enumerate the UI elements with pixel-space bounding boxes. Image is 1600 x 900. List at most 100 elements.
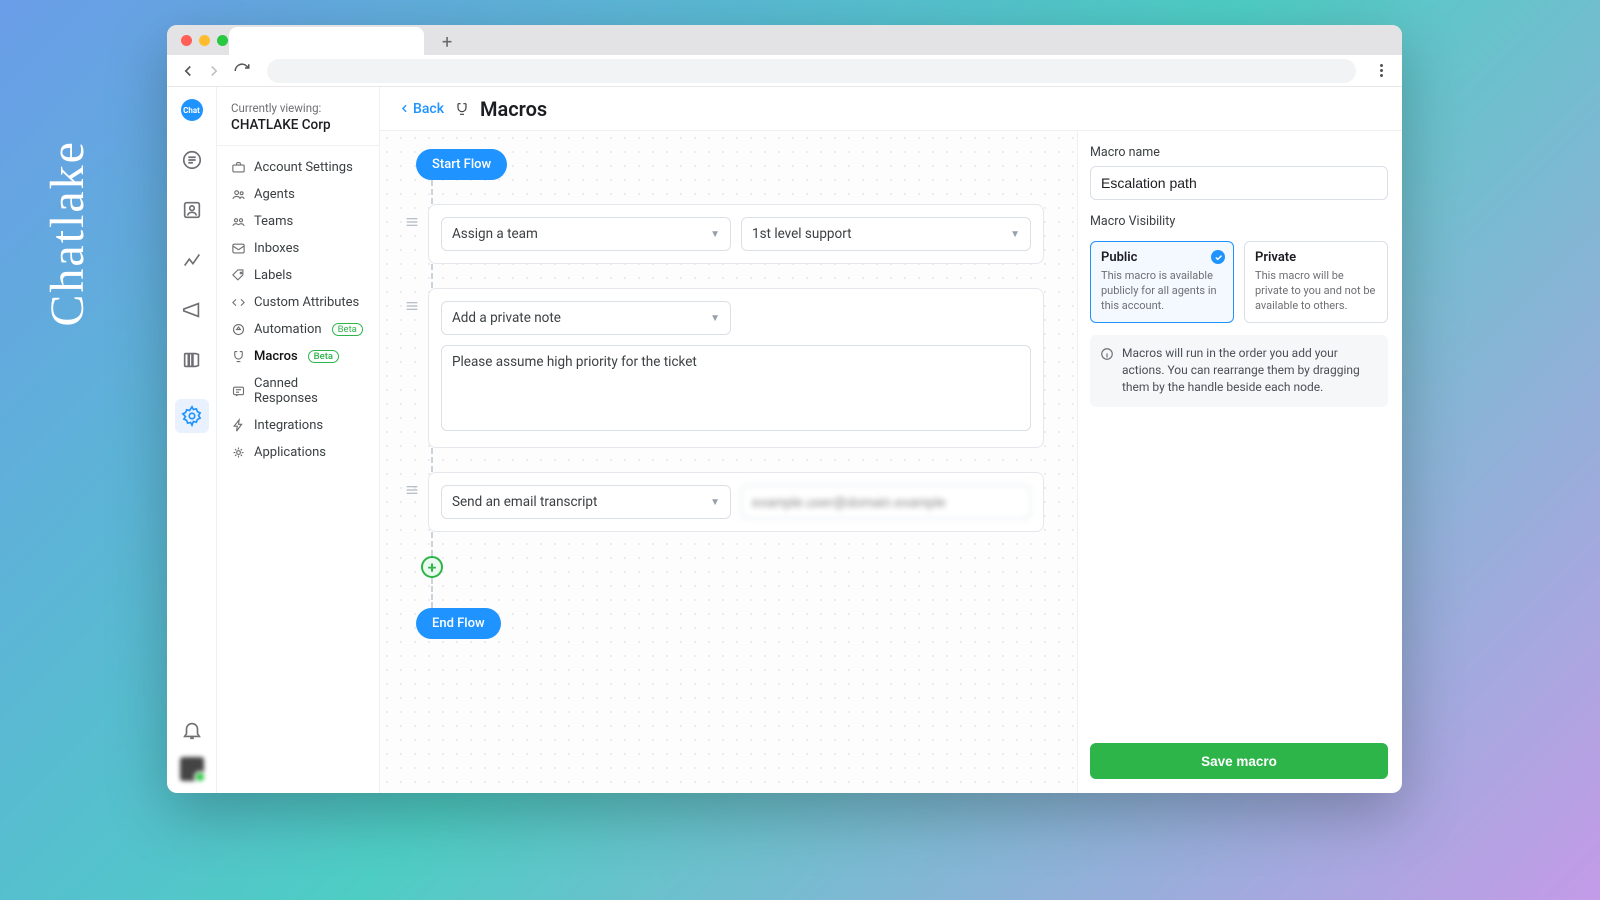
sidebar-item-label: Macros xyxy=(254,349,298,364)
back-button[interactable]: Back xyxy=(398,101,444,117)
sidebar-item-label: Agents xyxy=(254,187,295,202)
macro-name-label: Macro name xyxy=(1090,145,1388,160)
nav-forward-icon[interactable] xyxy=(205,62,223,80)
save-macro-button[interactable]: Save macro xyxy=(1090,743,1388,779)
window-maximize-icon[interactable] xyxy=(217,35,228,46)
canned-icon xyxy=(231,384,246,399)
sidebar-item-label: Inboxes xyxy=(254,241,299,256)
sidebar-item-canned-responses[interactable]: Canned Responses xyxy=(217,370,379,412)
action-select[interactable]: Assign a team ▼ xyxy=(441,217,731,251)
org-switcher[interactable]: Currently viewing: CHATLAKE Corp xyxy=(217,97,379,146)
sidebar-item-macros[interactable]: Macros Beta xyxy=(217,343,379,370)
tag-icon xyxy=(231,268,246,283)
app-rail: Chat xyxy=(167,87,217,793)
page-title: Macros xyxy=(480,97,547,121)
macros-icon xyxy=(231,349,246,364)
browser-menu-icon[interactable] xyxy=(1372,62,1390,80)
macro-node: Add a private note ▼ xyxy=(428,288,1044,448)
action-value: Send an email transcript xyxy=(452,494,597,510)
chevron-down-icon: ▼ xyxy=(710,229,720,240)
campaigns-icon[interactable] xyxy=(181,299,203,321)
people-icon xyxy=(231,187,246,202)
beta-badge: Beta xyxy=(308,350,339,363)
check-icon xyxy=(1211,250,1225,264)
visibility-title: Public xyxy=(1101,250,1223,265)
back-label: Back xyxy=(413,101,444,117)
org-name: CHATLAKE Corp xyxy=(231,117,365,133)
beta-badge: Beta xyxy=(332,323,363,336)
nav-back-icon[interactable] xyxy=(179,62,197,80)
sidebar-item-applications[interactable]: Applications xyxy=(217,439,379,466)
flow-canvas: Start Flow Assign a team ▼ xyxy=(380,131,1077,793)
info-text: Macros will run in the order you add you… xyxy=(1122,345,1378,397)
visibility-desc: This macro will be private to you and no… xyxy=(1255,269,1377,314)
macro-name-input[interactable] xyxy=(1090,166,1388,200)
help-center-icon[interactable] xyxy=(181,349,203,371)
transcript-email-input[interactable] xyxy=(741,485,1031,519)
apps-icon xyxy=(231,445,246,460)
macro-node: Assign a team ▼ 1st level support ▼ xyxy=(428,204,1044,264)
sidebar-item-label: Labels xyxy=(254,268,292,283)
sidebar-item-label: Canned Responses xyxy=(254,376,365,406)
visibility-public-option[interactable]: Public This macro is available publicly … xyxy=(1090,241,1234,323)
page-header: Back Macros xyxy=(380,87,1402,131)
add-node-button[interactable]: + xyxy=(421,556,443,578)
brand-logo: Chatlake xyxy=(40,140,95,327)
new-tab-button[interactable]: + xyxy=(442,32,452,53)
sidebar-item-label: Automation xyxy=(254,322,322,337)
sidebar-item-label: Integrations xyxy=(254,418,323,433)
window-minimize-icon[interactable] xyxy=(199,35,210,46)
drag-handle-icon[interactable] xyxy=(404,214,420,230)
macro-node: Send an email transcript ▼ xyxy=(428,472,1044,532)
bolt-icon xyxy=(231,418,246,433)
chevron-left-icon xyxy=(398,102,411,115)
sidebar-item-account-settings[interactable]: Account Settings xyxy=(217,154,379,181)
notifications-icon[interactable] xyxy=(181,719,203,741)
action-value: Assign a team xyxy=(452,226,538,242)
end-flow-pill: End Flow xyxy=(416,608,501,639)
info-icon xyxy=(1100,347,1114,361)
visibility-title: Private xyxy=(1255,250,1377,265)
browser-toolbar xyxy=(167,55,1402,87)
code-icon xyxy=(231,295,246,310)
visibility-desc: This macro is available publicly for all… xyxy=(1101,269,1223,314)
team-select[interactable]: 1st level support ▼ xyxy=(741,217,1031,251)
settings-icon[interactable] xyxy=(175,399,209,433)
sidebar-item-agents[interactable]: Agents xyxy=(217,181,379,208)
contacts-icon[interactable] xyxy=(181,199,203,221)
macros-header-icon xyxy=(454,101,470,117)
sidebar-item-label: Teams xyxy=(254,214,293,229)
window-close-icon[interactable] xyxy=(181,35,192,46)
team-value: 1st level support xyxy=(752,226,852,242)
chevron-down-icon: ▼ xyxy=(710,313,720,324)
app-logo-icon[interactable]: Chat xyxy=(181,99,203,121)
reports-icon[interactable] xyxy=(181,249,203,271)
info-callout: Macros will run in the order you add you… xyxy=(1090,335,1388,407)
sidebar-item-label: Custom Attributes xyxy=(254,295,359,310)
reload-icon[interactable] xyxy=(233,62,251,80)
macro-config-panel: Macro name Macro Visibility Public This … xyxy=(1077,131,1402,793)
address-bar[interactable] xyxy=(267,59,1356,83)
action-select[interactable]: Send an email transcript ▼ xyxy=(441,485,731,519)
sidebar-item-label: Applications xyxy=(254,445,326,460)
avatar[interactable] xyxy=(180,757,204,781)
viewing-label: Currently viewing: xyxy=(231,101,365,115)
private-note-input[interactable] xyxy=(441,345,1031,431)
sidebar-item-teams[interactable]: Teams xyxy=(217,208,379,235)
drag-handle-icon[interactable] xyxy=(404,298,420,314)
briefcase-icon xyxy=(231,160,246,175)
sidebar-item-custom-attributes[interactable]: Custom Attributes xyxy=(217,289,379,316)
automation-icon xyxy=(231,322,246,337)
browser-tab[interactable] xyxy=(229,27,424,55)
chevron-down-icon: ▼ xyxy=(1010,229,1020,240)
action-select[interactable]: Add a private note ▼ xyxy=(441,301,731,335)
sidebar-item-automation[interactable]: Automation Beta xyxy=(217,316,379,343)
inbox-icon xyxy=(231,241,246,256)
action-value: Add a private note xyxy=(452,310,561,326)
conversations-icon[interactable] xyxy=(181,149,203,171)
sidebar-item-integrations[interactable]: Integrations xyxy=(217,412,379,439)
visibility-private-option[interactable]: Private This macro will be private to yo… xyxy=(1244,241,1388,323)
sidebar-item-inboxes[interactable]: Inboxes xyxy=(217,235,379,262)
drag-handle-icon[interactable] xyxy=(404,482,420,498)
sidebar-item-labels[interactable]: Labels xyxy=(217,262,379,289)
